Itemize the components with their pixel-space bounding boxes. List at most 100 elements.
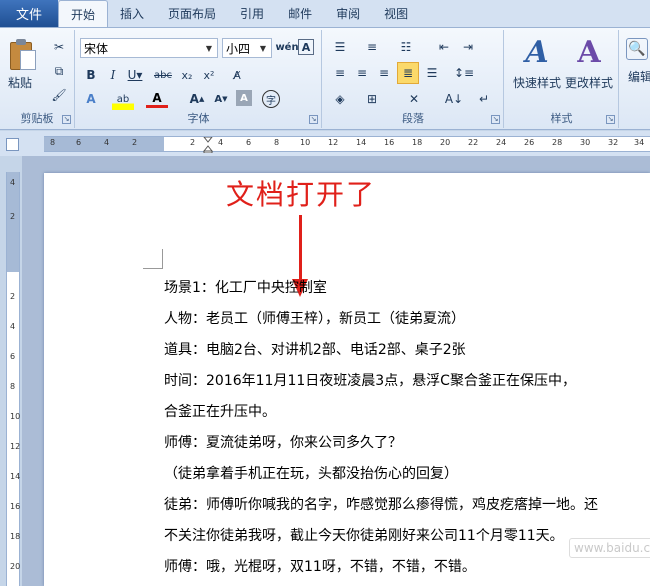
quick-styles-button[interactable]: A 快速样式 [507, 34, 567, 104]
paste-icon[interactable] [8, 38, 38, 72]
multilevel-list-icon[interactable]: ☷ [395, 36, 417, 58]
tab-selector-icon[interactable] [6, 138, 19, 151]
shading-icon[interactable]: ◈ [329, 88, 351, 110]
ruler-tick: 6 [76, 138, 82, 147]
ruler-tick: 32 [608, 138, 619, 147]
ruler-tick: 14 [10, 472, 21, 481]
format-painter-icon[interactable]: 🖌 [48, 84, 70, 106]
change-styles-label: 更改样式 [564, 76, 613, 90]
char-border-icon[interactable]: A [298, 39, 314, 55]
show-marks-icon[interactable]: ↵ [473, 88, 495, 110]
paste-button[interactable]: 粘贴 [8, 74, 32, 91]
underline-icon[interactable]: U▾ [124, 64, 146, 86]
ruler-tick: 26 [524, 138, 535, 147]
tab-view[interactable]: 视图 [372, 0, 420, 27]
ruler-tick: 2 [190, 138, 196, 147]
ruler-tick: 2 [10, 212, 16, 221]
font-name-combo[interactable]: 宋体 ▼ [80, 38, 218, 58]
annotation-text: 文档打开了 [226, 178, 377, 211]
document-line: 场景1：化工厂中央控制室 [164, 280, 327, 296]
tab-mailings[interactable]: 邮件 [276, 0, 324, 27]
tab-page-layout[interactable]: 页面布局 [156, 0, 228, 27]
increase-indent-icon[interactable]: ⇥ [457, 36, 479, 58]
ruler-tick: 4 [104, 138, 110, 147]
tab-home[interactable]: 开始 [58, 0, 109, 28]
menu-bar: 文件 开始 插入 页面布局 引用 邮件 审阅 视图 [0, 0, 650, 28]
document-line: 时间：2016年11月11日夜班凌晨3点，悬浮C聚合釜正在保压中， [164, 373, 576, 389]
change-styles-button[interactable]: A 更改样式 [559, 34, 619, 104]
paragraph-group: ☰ ≡ ☷ ⇤ ⇥ ≡ ≡ ≡ ≣ ☰ ↕≡ ◈ ⊞ ✕ A↓ ↵ 段落 ↘ [323, 30, 504, 128]
ruler-tick: 6 [10, 352, 16, 361]
distributed-icon[interactable]: ☰ [421, 62, 443, 84]
ruler-tick: 22 [468, 138, 479, 147]
paragraph-launcher-icon[interactable]: ↘ [491, 115, 500, 124]
subscript-icon[interactable]: x₂ [176, 64, 198, 86]
bullets-icon[interactable]: ☰ [329, 36, 351, 58]
strikethrough-icon[interactable]: abc [152, 64, 174, 86]
document-body[interactable]: 场景1：化工厂中央控制室 人物：老员工（师傅王梓），新员工（徒弟夏流） 道具：电… [164, 273, 650, 583]
phonetic-guide-icon[interactable]: wén [275, 36, 298, 58]
editing-button[interactable]: 编辑 [628, 68, 650, 85]
indent-marker-icon[interactable] [202, 136, 214, 154]
grow-font-icon[interactable]: A ▲ [186, 88, 208, 110]
find-icon[interactable]: 🔍 [626, 38, 648, 60]
ruler-tick: 16 [10, 502, 21, 511]
tab-references[interactable]: 引用 [228, 0, 276, 27]
paragraph-group-label: 段落 [402, 112, 424, 125]
font-name-value: 宋体 [84, 41, 109, 56]
document-page[interactable]: 文档打开了 场景1：化工厂中央控制室 人物：老员工（师傅王梓），新员工（徒弟夏流… [44, 173, 650, 586]
align-center-icon[interactable]: ≡ [351, 62, 373, 84]
ruler-tick: 28 [552, 138, 563, 147]
align-left-icon[interactable]: ≡ [329, 62, 351, 84]
italic-icon[interactable]: I [102, 64, 124, 86]
styles-launcher-icon[interactable]: ↘ [606, 115, 615, 124]
chevron-down-icon[interactable]: ▼ [203, 39, 215, 57]
bold-icon[interactable]: B [80, 64, 102, 86]
ruler-tick: 24 [496, 138, 507, 147]
copy-icon[interactable]: ⧉ [48, 60, 70, 82]
chevron-down-icon[interactable]: ▼ [257, 39, 269, 57]
highlight-icon[interactable]: ab [112, 88, 134, 110]
ruler-tick: 12 [328, 138, 339, 147]
borders-icon[interactable]: ⊞ [361, 88, 383, 110]
ruler-tick: 2 [132, 138, 138, 147]
char-shading-icon[interactable]: A [236, 90, 252, 106]
vertical-ruler-margin [7, 172, 19, 272]
vertical-ruler[interactable]: 4 2 2 4 6 8 10 12 14 16 18 20 [6, 172, 20, 586]
shrink-font-icon[interactable]: A ▼ [210, 88, 232, 110]
tab-review[interactable]: 审阅 [324, 0, 372, 27]
text-effects-icon[interactable]: A [80, 88, 102, 110]
numbering-icon[interactable]: ≡ [361, 36, 383, 58]
enclose-chars-icon[interactable]: 字 [262, 90, 280, 108]
align-right-icon[interactable]: ≡ [373, 62, 395, 84]
clipboard-launcher-icon[interactable]: ↘ [62, 115, 71, 124]
decrease-indent-icon[interactable]: ⇤ [433, 36, 455, 58]
tab-insert[interactable]: 插入 [108, 0, 156, 27]
ruler-tick: 8 [274, 138, 280, 147]
document-line: 师傅：夏流徒弟呀，你来公司多久了？ [164, 435, 402, 451]
ruler-tick: 14 [356, 138, 367, 147]
font-launcher-icon[interactable]: ↘ [309, 115, 318, 124]
styles-group: A 快速样式 A 更改样式 样式 ↘ [505, 30, 619, 128]
ruler-tick: 12 [10, 442, 21, 451]
clipboard-group: 粘贴 ✂ ⧉ 🖌 剪贴板 ↘ [0, 30, 75, 128]
cut-icon[interactable]: ✂ [48, 36, 70, 58]
document-line: 道具：电脑2台、对讲机2部、电话2部、桌子2张 [164, 342, 466, 358]
font-size-combo[interactable]: 小四 ▼ [222, 38, 272, 58]
justify-icon[interactable]: ≣ [397, 62, 419, 84]
sort-icon[interactable]: A↓ [443, 88, 465, 110]
font-color-icon[interactable]: A [146, 90, 168, 108]
ruler-tick: 10 [300, 138, 311, 147]
horizontal-ruler[interactable]: 8 6 4 2 2 4 6 8 10 12 14 16 18 20 22 24 … [44, 136, 650, 154]
ruler-tick: 30 [580, 138, 591, 147]
ruler-tick: 4 [218, 138, 224, 147]
file-menu[interactable]: 文件 [0, 0, 58, 27]
quick-styles-icon: A [525, 35, 549, 70]
line-spacing-icon[interactable]: ↕≡ [453, 62, 475, 84]
horizontal-ruler-row: 8 6 4 2 2 4 6 8 10 12 14 16 18 20 22 24 … [0, 131, 650, 156]
font-group: 宋体 ▼ 小四 ▼ wén A B I U▾ abc x₂ x² A̸ A ab… [76, 30, 322, 128]
margin-corner-mark [143, 249, 163, 269]
clear-format-icon[interactable]: A̸ [226, 64, 248, 86]
superscript-icon[interactable]: x² [198, 64, 220, 86]
chinese-layout-icon[interactable]: ✕ [403, 88, 425, 110]
